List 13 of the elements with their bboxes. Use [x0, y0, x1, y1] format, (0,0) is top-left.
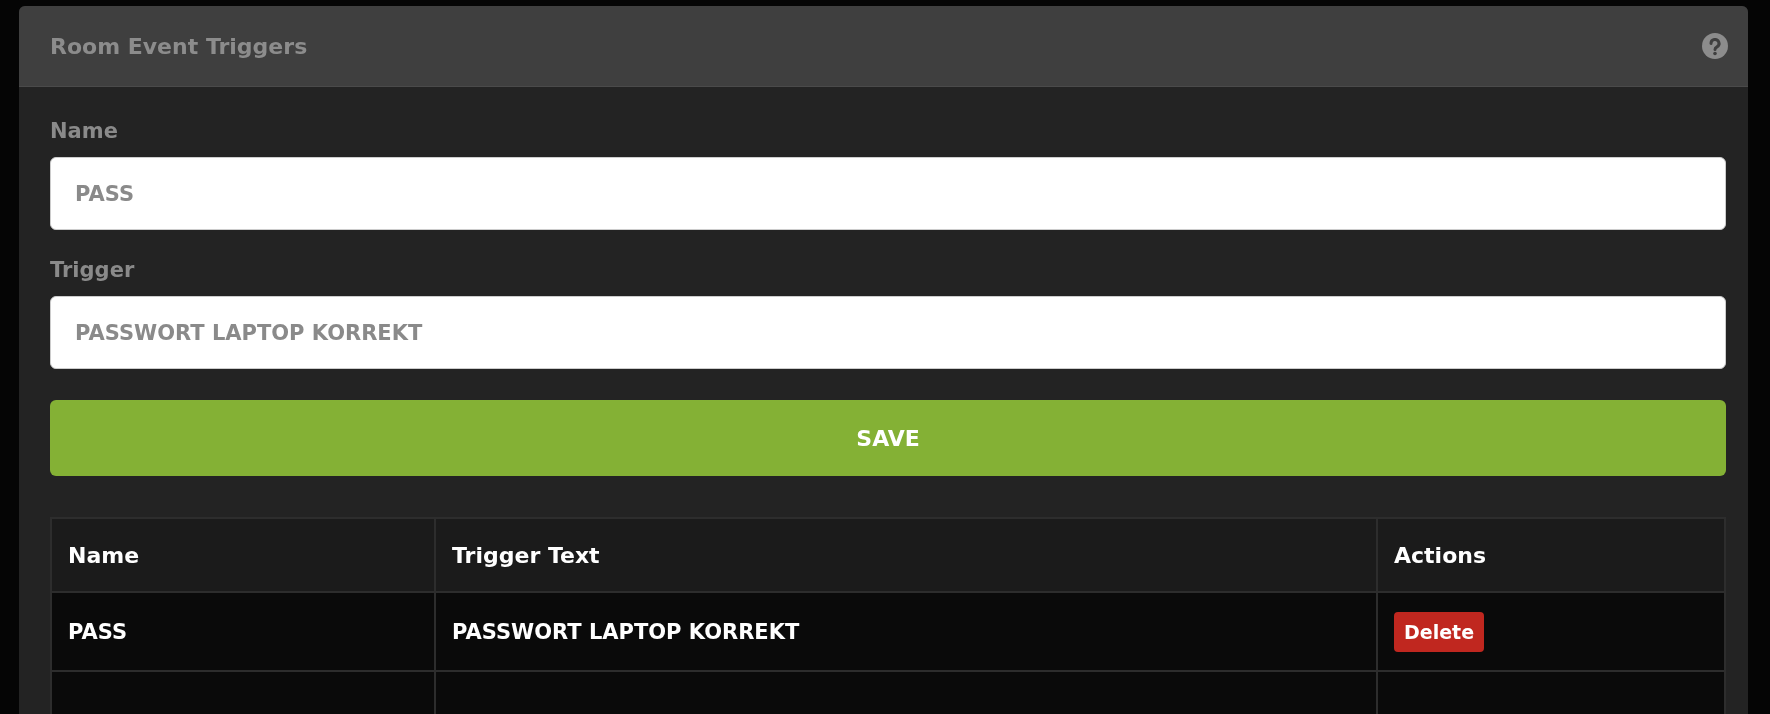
- input-field[interactable]: PASS: [50, 157, 1726, 230]
- field-label: Name: [50, 119, 119, 143]
- delete-button[interactable]: Delete: [1394, 611, 1485, 652]
- panel-title: Room Event Triggers: [50, 33, 308, 59]
- help-icon[interactable]: [1702, 33, 1728, 59]
- table-cell: PASSWORT LAPTOP KORREKT: [435, 592, 1377, 671]
- input-field[interactable]: PASSWORT LAPTOP KORREKT: [50, 296, 1726, 369]
- column-header: Trigger Text: [435, 518, 1377, 592]
- table-cell: PASS: [51, 592, 435, 671]
- column-header: Actions: [1377, 518, 1725, 592]
- field-label: Trigger: [50, 258, 136, 282]
- column-header: Name: [51, 518, 435, 592]
- save-button[interactable]: SAVE: [50, 400, 1726, 476]
